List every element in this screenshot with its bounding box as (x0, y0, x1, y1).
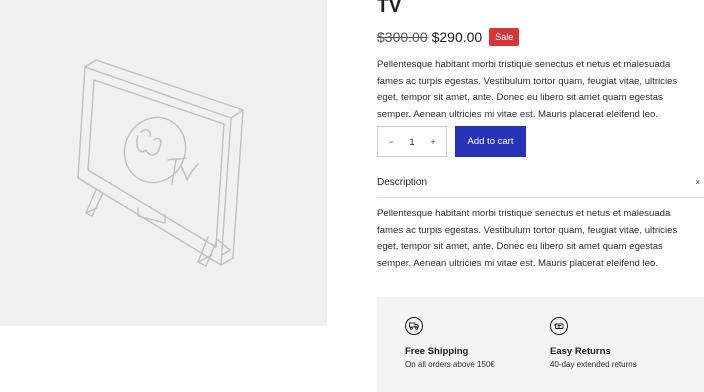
description-text: Pellentesque habitant morbi tristique se… (377, 208, 678, 269)
feature-free-shipping: Free Shipping On all orders above 150€ (405, 317, 495, 369)
regular-price: $300.00 (377, 29, 428, 45)
feature-subtitle: On all orders above 150€ (405, 360, 495, 369)
price: $300.00 $290.00 Sale (377, 27, 520, 47)
quantity-increase-button[interactable]: + (428, 137, 438, 147)
quantity-stepper[interactable]: − 1 + (377, 126, 447, 157)
feature-easy-returns: Easy Returns 40-day extended returns (550, 317, 637, 369)
features-panel: Free Shipping On all orders above 150€ E… (377, 297, 704, 392)
sale-price: $290.00 (431, 29, 483, 45)
quantity-decrease-button[interactable]: − (386, 137, 396, 147)
short-description: Pellentesque habitant morbi tristique se… (377, 59, 678, 120)
product-title: TV (377, 0, 402, 17)
feature-title: Easy Returns (550, 346, 611, 357)
close-icon[interactable]: × (695, 178, 700, 187)
feature-subtitle: 40-day extended returns (550, 360, 637, 369)
returns-icon (550, 317, 568, 335)
description-accordion-header[interactable]: Description × (377, 175, 704, 198)
sale-badge: Sale (489, 28, 520, 46)
truck-icon (405, 317, 423, 335)
quantity-input[interactable]: 1 (409, 137, 414, 147)
tv-illustration (77, 59, 244, 267)
description-heading: Description (377, 176, 428, 188)
feature-title: Free Shipping (405, 346, 469, 357)
product-image[interactable] (0, 0, 327, 326)
add-to-cart-button[interactable]: Add to cart (455, 126, 526, 157)
